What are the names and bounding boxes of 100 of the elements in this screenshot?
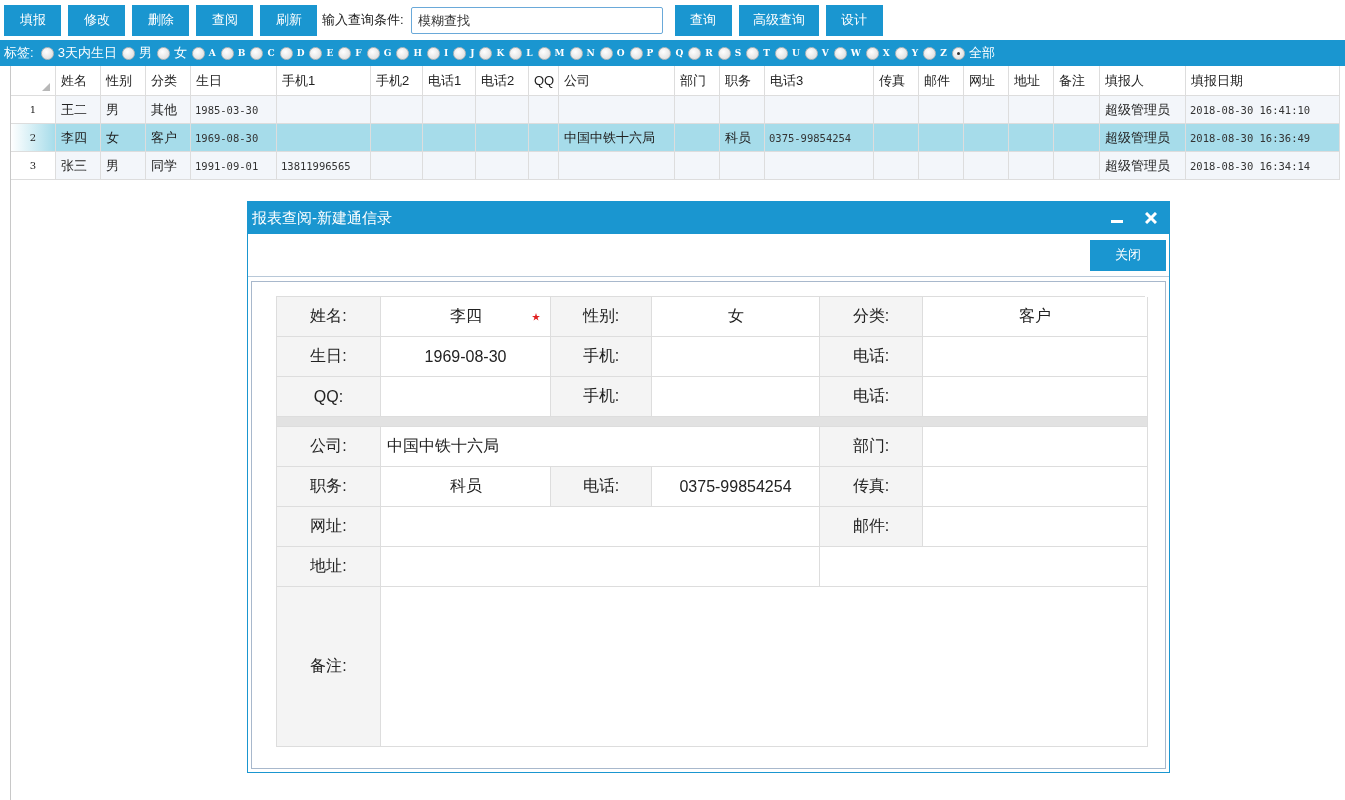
table-row[interactable]: 3 张三 男 同学 1991-09-01 13811996565 超级管理员 2018-08-30 16:34:14 bbox=[11, 152, 1345, 180]
field-label: 电话: bbox=[551, 467, 652, 507]
table-cell: 1991-09-01 bbox=[191, 152, 277, 180]
radio-button[interactable] bbox=[426, 46, 440, 60]
query-field[interactable]: 模糊查找 bbox=[410, 6, 663, 34]
close-button[interactable]: 关闭 bbox=[1090, 239, 1166, 271]
radio-button[interactable] bbox=[894, 46, 908, 60]
radio-label[interactable]: U bbox=[791, 48, 800, 58]
radio-label[interactable]: L bbox=[526, 48, 533, 58]
radio-button[interactable] bbox=[629, 46, 643, 60]
field-value[interactable] bbox=[381, 507, 820, 547]
radio-label[interactable]: P bbox=[646, 48, 654, 58]
radio-button[interactable] bbox=[804, 46, 818, 60]
radio-button[interactable] bbox=[688, 46, 702, 60]
radio-label[interactable]: K bbox=[496, 48, 505, 58]
toolbar-button[interactable]: 刷新 bbox=[260, 4, 317, 36]
radio-button[interactable] bbox=[509, 46, 523, 60]
radio-label[interactable]: M bbox=[554, 48, 565, 58]
radio-button[interactable] bbox=[250, 46, 264, 60]
radio-label[interactable]: O bbox=[616, 48, 625, 58]
radio-button[interactable] bbox=[279, 46, 293, 60]
radio-button[interactable] bbox=[309, 46, 323, 60]
radio-label[interactable]: H bbox=[413, 48, 422, 58]
radio-button[interactable] bbox=[366, 46, 380, 60]
toolbar-button[interactable]: 设计 bbox=[825, 4, 883, 36]
table-row[interactable]: 2 李四 女 客户 1969-08-30 中国中铁十六局 科员 0375-99854254 超级管理员 2018-08-30 16:36:49 bbox=[11, 124, 1345, 152]
close-icon[interactable] bbox=[1145, 212, 1157, 224]
field-value[interactable] bbox=[381, 547, 820, 587]
radio-button[interactable] bbox=[220, 46, 234, 60]
table-cell: 女 bbox=[101, 124, 146, 152]
radio-button[interactable] bbox=[923, 46, 937, 60]
radio-label[interactable]: R bbox=[705, 48, 713, 58]
table-cell bbox=[874, 152, 919, 180]
field-value[interactable]: 客户 bbox=[923, 297, 1148, 337]
radio-label[interactable]: 女 bbox=[173, 44, 187, 62]
field-value[interactable] bbox=[923, 337, 1148, 377]
radio-button[interactable] bbox=[717, 46, 731, 60]
field-value[interactable] bbox=[820, 547, 1148, 587]
radio-label[interactable]: 男 bbox=[138, 44, 152, 62]
radio-label[interactable]: Y bbox=[911, 48, 919, 58]
radio-button[interactable] bbox=[746, 46, 760, 60]
radio-label[interactable]: B bbox=[237, 48, 246, 58]
field-label: 性别: bbox=[551, 297, 652, 337]
radio-label[interactable]: 3天内生日 bbox=[57, 44, 117, 62]
radio-label[interactable]: N bbox=[586, 48, 595, 58]
radio-label[interactable]: A bbox=[208, 48, 216, 58]
radio-button[interactable] bbox=[833, 46, 847, 60]
radio-button[interactable] bbox=[453, 46, 467, 60]
field-value[interactable] bbox=[923, 427, 1148, 467]
radio-label[interactable]: I bbox=[443, 48, 449, 58]
radio-button[interactable] bbox=[537, 46, 551, 60]
radio-button[interactable] bbox=[951, 46, 965, 60]
table-cell bbox=[1009, 124, 1054, 152]
field-value[interactable] bbox=[923, 507, 1148, 547]
radio-button[interactable] bbox=[865, 46, 879, 60]
radio-label[interactable]: S bbox=[734, 48, 742, 58]
toolbar-button[interactable]: 删除 bbox=[132, 4, 189, 36]
table-cell: 2018-08-30 16:36:49 bbox=[1186, 124, 1340, 152]
toolbar-button[interactable]: 填报 bbox=[4, 4, 61, 36]
toolbar-button[interactable]: 查阅 bbox=[196, 4, 253, 36]
radio-label[interactable]: V bbox=[821, 48, 829, 58]
row-number: 2 bbox=[11, 124, 56, 152]
radio-label[interactable]: E bbox=[326, 48, 334, 58]
table-cell bbox=[371, 152, 423, 180]
field-label: 地址: bbox=[277, 547, 381, 587]
radio-button[interactable] bbox=[396, 46, 410, 60]
radio-button[interactable] bbox=[156, 46, 170, 60]
radio-label[interactable]: T bbox=[763, 48, 770, 58]
table-cell bbox=[529, 152, 559, 180]
table-cell bbox=[874, 124, 919, 152]
radio-button[interactable] bbox=[121, 46, 135, 60]
radio-button[interactable] bbox=[338, 46, 352, 60]
radio-button[interactable] bbox=[599, 46, 613, 60]
radio-label[interactable]: C bbox=[267, 48, 275, 58]
table-cell bbox=[1054, 124, 1100, 152]
radio-button[interactable] bbox=[774, 46, 788, 60]
table-row[interactable]: 1 王二 男 其他 1985-03-30 超级管理员 2018-08-30 16:41:10 bbox=[11, 96, 1345, 124]
radio-button[interactable] bbox=[40, 46, 54, 60]
table-cell: 李四 bbox=[56, 124, 101, 152]
radio-label[interactable]: Z bbox=[940, 48, 947, 58]
table-cell: 张三 bbox=[56, 152, 101, 180]
radio-label[interactable]: X bbox=[882, 48, 890, 58]
field-value[interactable] bbox=[923, 467, 1148, 507]
radio-label[interactable]: W bbox=[850, 48, 861, 58]
radio-button[interactable] bbox=[191, 46, 205, 60]
radio-label[interactable]: J bbox=[470, 48, 475, 58]
field-value[interactable] bbox=[381, 587, 1148, 747]
radio-button[interactable] bbox=[479, 46, 493, 60]
radio-label[interactable]: Q bbox=[675, 48, 684, 58]
radio-label[interactable]: 全部 bbox=[968, 44, 995, 62]
toolbar-button[interactable]: 查询 bbox=[674, 4, 732, 36]
radio-button[interactable] bbox=[569, 46, 583, 60]
toolbar-button[interactable]: 修改 bbox=[68, 4, 125, 36]
radio-label[interactable]: F bbox=[355, 48, 362, 58]
toolbar-button[interactable]: 高级查询 bbox=[738, 4, 819, 36]
table-cell: 男 bbox=[101, 152, 146, 180]
field-label: 职务: bbox=[277, 467, 381, 507]
radio-label[interactable]: D bbox=[296, 48, 305, 58]
radio-label[interactable]: G bbox=[383, 48, 392, 58]
radio-button[interactable] bbox=[658, 46, 672, 60]
